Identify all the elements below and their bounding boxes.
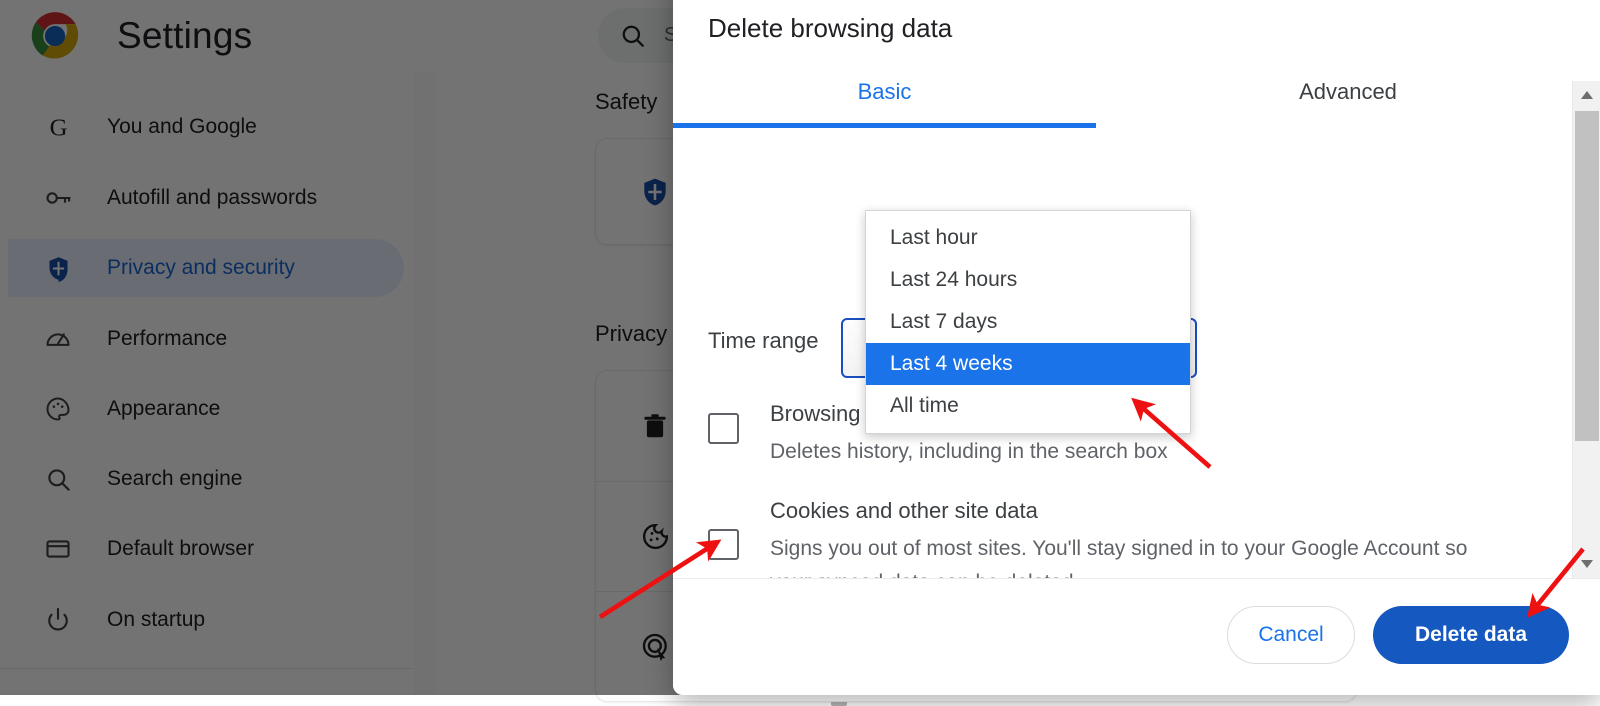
option-cookies-and-site-data[interactable]: Cookies and other site data Signs you ou…: [673, 496, 1572, 578]
dropdown-option-last-4-weeks[interactable]: Last 4 weeks: [866, 343, 1190, 385]
time-range-label: Time range: [708, 328, 819, 353]
triangle-down-icon[interactable]: [1581, 560, 1593, 568]
browsing-history-checkbox[interactable]: [708, 413, 739, 444]
dropdown-option-last-7-days[interactable]: Last 7 days: [866, 301, 1190, 343]
dropdown-option-last-24-hours[interactable]: Last 24 hours: [866, 259, 1190, 301]
dropdown-option-all-time[interactable]: All time: [866, 385, 1190, 427]
dialog-scrollbar[interactable]: [1572, 81, 1600, 578]
dropdown-option-last-hour[interactable]: Last hour: [866, 217, 1190, 259]
dialog-title: Delete browsing data: [708, 13, 953, 43]
dialog-footer: Cancel Delete data: [673, 578, 1600, 695]
dialog-tabs: Basic Advanced: [673, 56, 1600, 129]
triangle-up-icon[interactable]: [1581, 91, 1593, 99]
tab-advanced[interactable]: Advanced: [1096, 56, 1600, 127]
dialog-scrollbar-thumb[interactable]: [1575, 111, 1599, 441]
time-range-dropdown-list[interactable]: Last hour Last 24 hours Last 7 days Last…: [865, 210, 1191, 434]
option-description: Deletes history, including in the search…: [770, 440, 1168, 463]
delete-browsing-data-dialog: Delete browsing data Basic Advanced Time…: [673, 0, 1600, 695]
cookies-checkbox[interactable]: [708, 529, 739, 560]
cancel-button[interactable]: Cancel: [1227, 606, 1355, 664]
tab-basic[interactable]: Basic: [673, 56, 1096, 127]
option-title: Cookies and other site data: [770, 498, 1038, 523]
delete-data-button[interactable]: Delete data: [1373, 606, 1569, 664]
option-description: Signs you out of most sites. You'll stay…: [770, 537, 1468, 578]
